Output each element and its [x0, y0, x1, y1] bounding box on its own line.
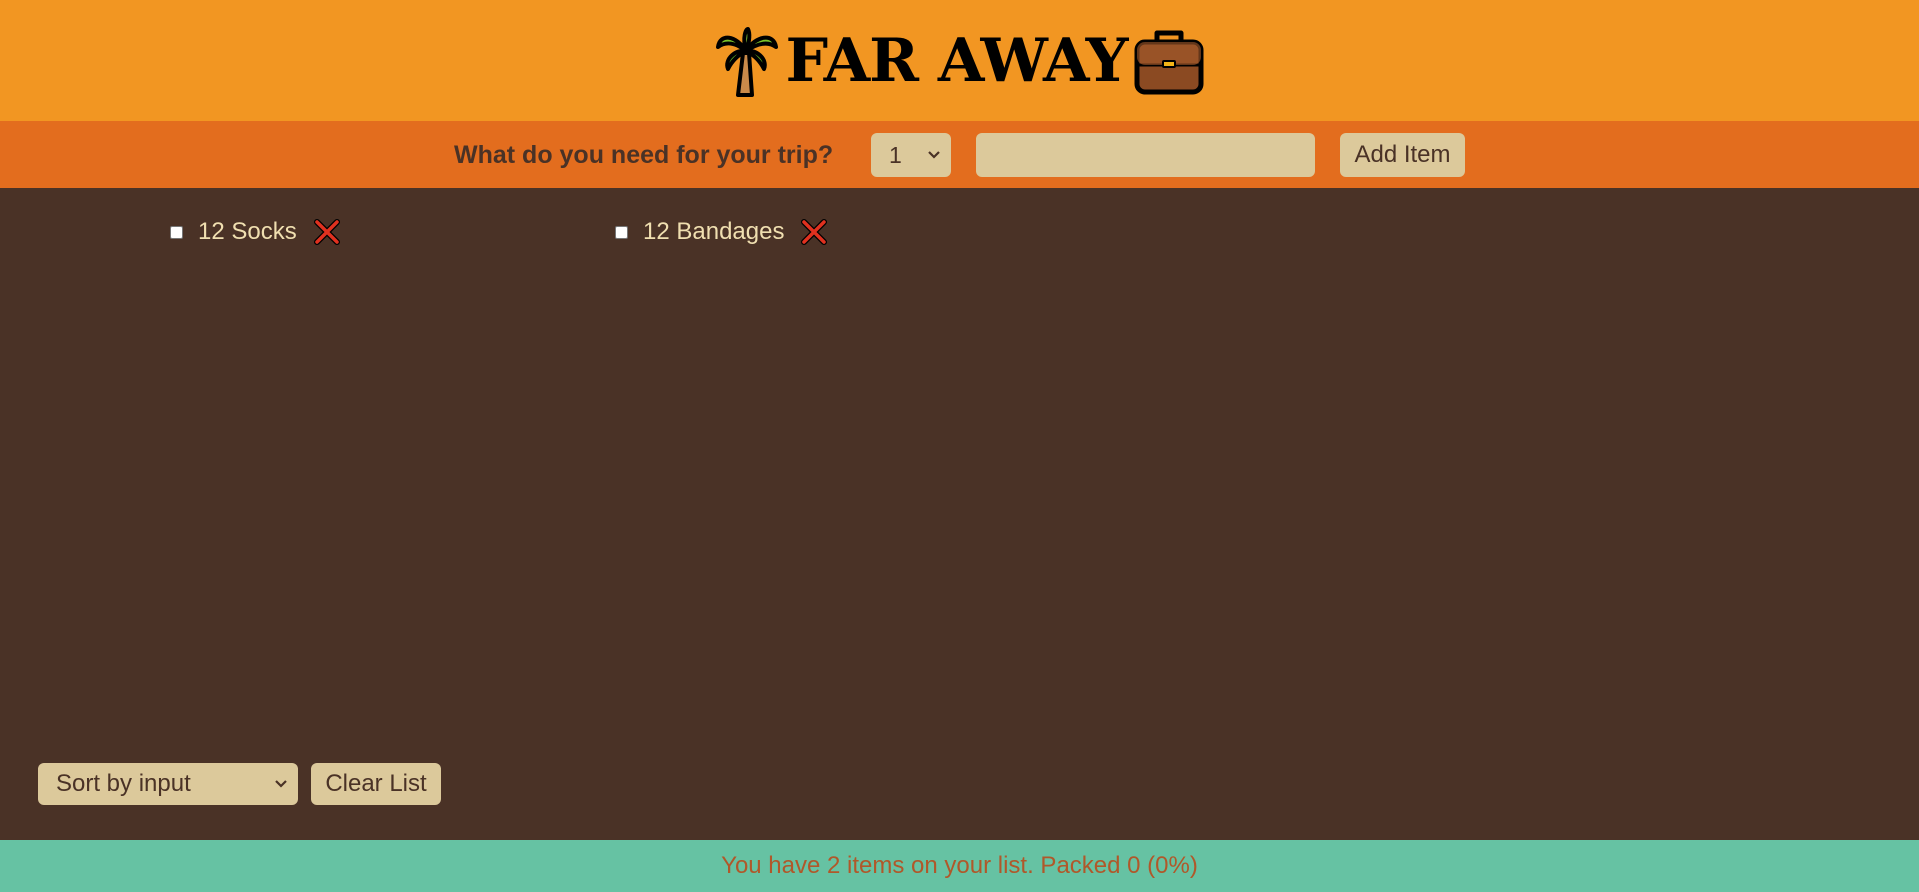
list-item: 12 Bandages — [615, 216, 828, 248]
app-header: FAR AWAY — [0, 0, 1919, 121]
sort-value: Sort by input — [56, 770, 191, 797]
logo: FAR AWAY — [714, 25, 1206, 97]
packed-checkbox[interactable] — [615, 225, 628, 239]
chevron-down-icon — [275, 780, 287, 788]
close-x-icon[interactable] — [313, 218, 341, 246]
form-question: What do you need for your trip? — [454, 141, 834, 169]
clear-list-button[interactable]: Clear List — [311, 763, 441, 805]
item-label: 12 Bandages — [643, 218, 785, 245]
add-item-form: What do you need for your trip? 1 Add It… — [0, 121, 1919, 188]
packed-checkbox[interactable] — [170, 225, 183, 239]
sort-select[interactable]: Sort by input — [38, 763, 298, 805]
stats-text: You have 2 items on your list. Packed 0 … — [721, 852, 1198, 879]
app-title: FAR AWAY — [785, 25, 1129, 96]
chevron-down-icon — [928, 151, 940, 159]
item-description-input[interactable] — [976, 133, 1315, 177]
suitcase-icon — [1134, 30, 1204, 94]
palm-tree-icon — [715, 26, 778, 97]
add-item-button[interactable]: Add Item — [1340, 133, 1465, 177]
item-label: 12 Socks — [198, 218, 297, 245]
stats-footer: You have 2 items on your list. Packed 0 … — [0, 840, 1919, 892]
quantity-select[interactable]: 1 — [871, 133, 951, 177]
list-item: 12 Socks — [170, 216, 341, 248]
quantity-value: 1 — [889, 141, 902, 168]
close-x-icon[interactable] — [800, 218, 828, 246]
